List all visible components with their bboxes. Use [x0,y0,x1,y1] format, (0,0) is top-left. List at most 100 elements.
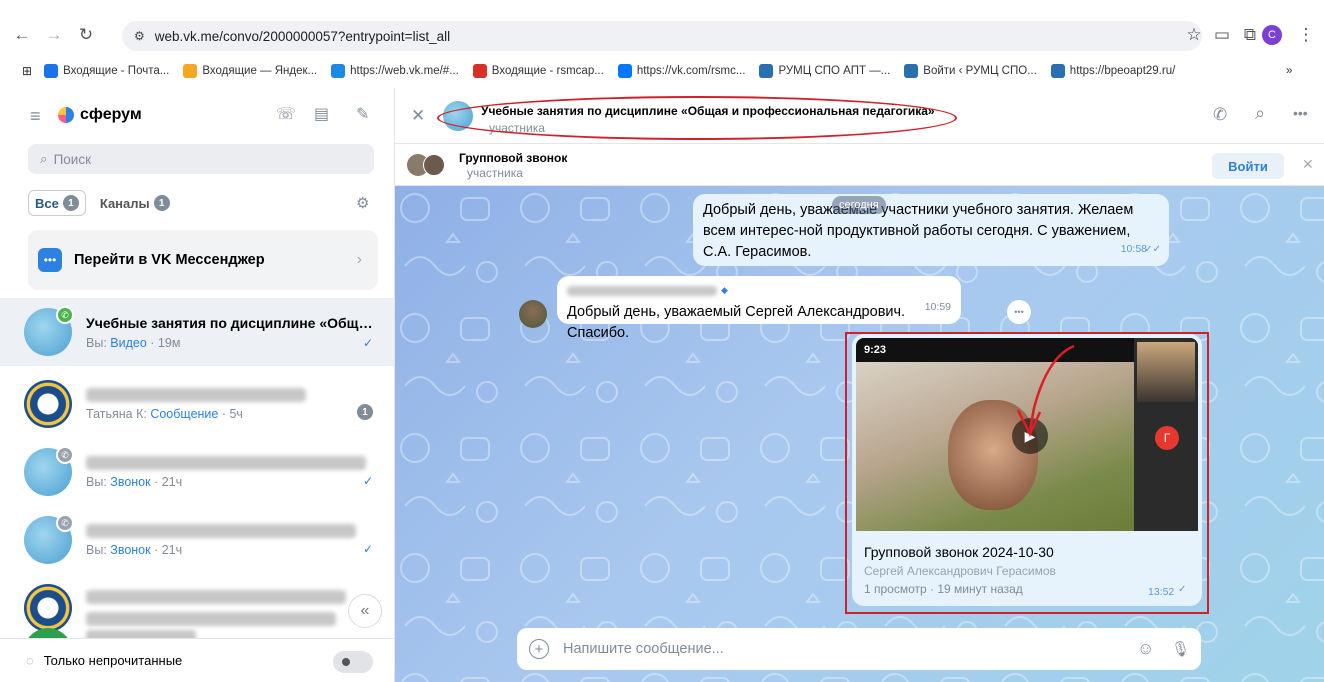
menu-icon[interactable]: ≡ [30,106,41,127]
close-icon[interactable]: ✕ [411,106,425,126]
message-actions-icon[interactable]: ••• [1007,300,1031,324]
bookmark-item[interactable]: Войти ‹ РУМЦ СПО... [904,64,1037,78]
bookmark-item[interactable]: https://vk.com/rsmc... [617,64,746,78]
back-icon[interactable]: ← [8,21,36,49]
chat-title-redacted [86,455,366,470]
site-info-icon[interactable]: ⚙ [134,29,145,43]
conversation-header: ✕ Учебные занятия по дисциплине «Общая и… [395,88,1324,144]
highlight-annotation [845,332,1209,614]
bookmark-item[interactable]: РУМЦ СПО АПТ —... [759,64,890,78]
chat-prefix: Вы: [86,542,107,557]
bookmarks-bar: ⊞ Входящие - Почта... Входящие — Яндек...… [0,58,1324,84]
sender-name-redacted: ◆ [567,280,951,301]
bookmark-favicon-icon [904,64,919,78]
message-incoming[interactable]: ◆ Добрый день, уважаемый Сергей Александ… [557,276,961,341]
address-row: ← → ↻ ⚙ web.vk.me/convo/2000000057?entry… [0,18,1324,52]
call-members: участника [467,166,523,180]
browser-menu-icon[interactable]: ⋮ [1292,21,1320,49]
group-call-bar: Групповой звонок участника Войти ✕ [395,144,1324,186]
chevron-right-icon: › [356,251,362,268]
search-icon[interactable]: ⌕ [1255,103,1265,124]
chat-time: · 19м [150,335,181,350]
call-active-icon: ✆ [56,306,74,324]
search-input[interactable]: ⌕ Поиск [28,144,374,174]
bookmark-item[interactable]: Входящие — Яндек... [183,64,317,78]
chat-item-3[interactable]: ✆ Вы: Звонок · 21ч ✓ [0,438,394,506]
reload-icon[interactable]: ↻ [72,21,100,49]
bookmark-item[interactable]: https://web.vk.me/#... [331,64,459,78]
settings-gear-icon[interactable]: ⚙ [356,194,369,212]
search-placeholder: Поиск [53,151,91,167]
unread-only-row: ◌ Только непрочитанные [0,638,394,682]
forward-icon[interactable]: → [40,21,68,49]
chat-prefix: Татьяна К: [86,406,147,421]
compose-icon[interactable]: ✎ [356,104,369,124]
chat-time: · 21ч [154,542,183,557]
cast-icon[interactable]: ▭ [1208,21,1236,49]
bookmark-item[interactable]: Входящие - rsmcap... [472,64,604,78]
join-call-button[interactable]: Войти [1212,153,1284,179]
install-app-icon[interactable]: ⧉ [1236,21,1264,49]
add-call-icon[interactable]: ☏ [276,104,296,124]
bookmark-item[interactable]: https://bpeoapt29.ru/ [1050,64,1175,78]
apps-grid-icon[interactable]: ⊞ [22,64,32,78]
profile-avatar[interactable]: С [1262,25,1282,45]
archive-icon[interactable]: ▤ [314,104,329,124]
chat-item-education[interactable]: ✆ Учебные занятия по дисциплине «Обща...… [0,298,394,366]
collapse-sidebar-button[interactable]: « [348,594,382,628]
address-bar[interactable]: ⚙ web.vk.me/convo/2000000057?entrypoint=… [122,21,1202,51]
search-icon: ⌕ [40,151,48,166]
chat-prefix: Вы: [86,335,107,350]
bookmark-favicon-icon [617,64,632,78]
message-text: Добрый день, уважаемые участники учебног… [703,202,1134,260]
chat-last-type: Звонок [110,474,151,489]
call-ended-icon: ✆ [56,514,74,532]
vk-messenger-label: Перейти в VK Мессенджер [74,252,265,268]
read-check-icon: ✓ [362,542,373,556]
chat-title-redacted [86,523,356,538]
chat-filters: Все 1 Каналы 1 [28,190,176,216]
unread-only-toggle[interactable] [333,651,373,673]
message-input[interactable]: + Напишите сообщение... ☺ 🎙 [517,628,1201,670]
brand-name: сферум [80,106,142,123]
call-icon[interactable]: ✆ [1213,105,1227,125]
bookmark-label: РУМЦ СПО АПТ —... [778,65,891,77]
message-area[interactable]: Добрый день, уважаемые участники учебног… [395,186,1324,682]
vk-messenger-banner[interactable]: ••• Перейти в VK Мессенджер › [28,230,378,290]
emoji-icon[interactable]: ☺ [1137,639,1154,659]
unread-badge: 1 [357,404,373,420]
filter-channels-count: 1 [153,195,170,211]
more-icon[interactable]: ••• [1293,105,1308,121]
message-outgoing[interactable]: Добрый день, уважаемые участники учебног… [693,194,1169,266]
highlight-annotation [437,96,957,140]
filter-all[interactable]: Все 1 [28,190,86,216]
chat-title: Учебные занятия по дисциплине «Обща... [86,314,376,331]
read-check-icon: ✓ [362,474,373,488]
close-call-bar-icon[interactable]: ✕ [1302,156,1314,173]
avatar [24,584,72,632]
bookmark-favicon-icon [331,64,346,78]
more-bookmarks-icon[interactable]: » [1286,65,1292,77]
sender-avatar[interactable] [519,300,547,328]
chat-title-redacted [86,387,306,402]
bookmark-list: Входящие - Почта... Входящие — Яндек... ht… [44,64,1189,78]
bookmark-star-icon[interactable]: ☆ [1180,21,1208,49]
browser-chrome: ← → ↻ ⚙ web.vk.me/convo/2000000057?entry… [0,0,1324,88]
unread-only-label: Только непрочитанные [43,653,183,668]
bookmark-favicon-icon [1050,64,1065,78]
chat-item-4[interactable]: ✆ Вы: Звонок · 21ч ✓ [0,506,394,574]
microphone-icon[interactable]: 🎙 [1171,640,1190,658]
attach-plus-icon[interactable]: + [529,639,549,659]
conversation-pane: ✕ Учебные занятия по дисциплине «Общая и… [395,88,1324,682]
message-time: 10:58 [1120,243,1147,255]
chat-last-type: Звонок [110,542,151,557]
filter-channels[interactable]: Каналы 1 [94,190,176,216]
call-title: Групповой звонок [459,151,568,165]
bookmark-label: https://vk.com/rsmc... [636,65,746,77]
sidebar-header: ≡ сферум ☏ ▤ ✎ [0,88,394,144]
bookmark-label: https://web.vk.me/#... [350,65,459,77]
bookmark-favicon-icon [183,64,198,78]
sferum-logo-icon [58,107,74,123]
bookmark-item[interactable]: Входящие - Почта... [44,64,169,78]
chat-item-2[interactable]: Татьяна К: Сообщение · 5ч 1 [0,370,394,438]
